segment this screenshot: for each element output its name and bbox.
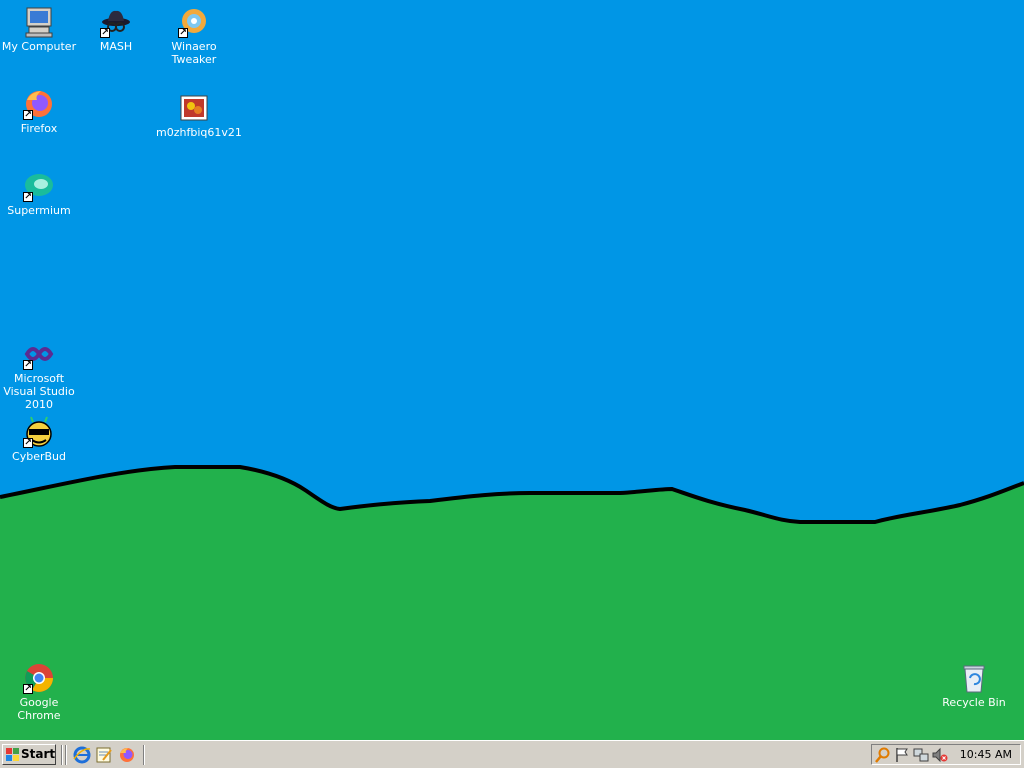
desktop-icon-label: Firefox — [20, 122, 58, 135]
desktop-icon-firefox[interactable]: ↗ Firefox — [0, 88, 78, 135]
firefox-icon[interactable] — [118, 746, 136, 764]
shortcut-arrow-icon: ↗ — [23, 360, 33, 370]
visual-studio-icon: ↗ — [23, 338, 55, 370]
search-icon[interactable] — [875, 747, 891, 763]
windows-logo-icon — [6, 748, 19, 761]
desktop-icon-label: Microsoft Visual Studio 2010 — [3, 372, 75, 411]
system-tray: 10:45 AM — [871, 744, 1021, 765]
start-button[interactable]: Start — [2, 744, 56, 765]
taskbar-separator — [143, 745, 145, 765]
recycle-bin-icon — [958, 662, 990, 694]
desktop-icon-mash[interactable]: ↗ MASH — [77, 6, 155, 53]
desktop-icon-label: Winaero Tweaker — [171, 40, 217, 66]
firefox-icon: ↗ — [23, 88, 55, 120]
taskbar-separator — [61, 745, 63, 765]
flag-icon[interactable] — [894, 747, 910, 763]
desktop-icon-supermium[interactable]: ↗ Supermium — [0, 170, 78, 217]
start-label: Start — [21, 747, 56, 761]
desktop-icon-label: m0zhfbiq61v21 — [156, 126, 242, 139]
shortcut-arrow-icon: ↗ — [23, 110, 33, 120]
network-icon[interactable] — [913, 747, 929, 763]
clock[interactable]: 10:45 AM — [960, 748, 1012, 761]
desktop-icon-winaero-tweaker[interactable]: ↗ Winaero Tweaker — [155, 6, 233, 66]
green-hill — [0, 467, 1024, 740]
desktop-icon-label: Google Chrome — [17, 696, 61, 722]
shortcut-arrow-icon: ↗ — [23, 192, 33, 202]
desktop-icon-my-computer[interactable]: My Computer — [0, 6, 78, 53]
taskbar: Start 10:45 AM — [0, 740, 1024, 768]
desktop-icon-recycle-bin[interactable]: Recycle Bin — [935, 662, 1013, 709]
internet-explorer-icon[interactable] — [73, 746, 91, 764]
chrome-icon: ↗ — [23, 662, 55, 694]
desktop-icon-cyberbud[interactable]: ↗ CyberBud — [0, 416, 78, 463]
supermium-icon: ↗ — [23, 170, 55, 202]
taskbar-separator — [65, 745, 67, 765]
desktop-icon-image-file[interactable]: m0zhfbiq61v21 — [155, 92, 242, 139]
desktop-icon-label: MASH — [99, 40, 133, 53]
desktop-icon-label: Recycle Bin — [942, 696, 1006, 709]
desktop-icon-label: My Computer — [1, 40, 77, 53]
shortcut-arrow-icon: ↗ — [23, 438, 33, 448]
shortcut-arrow-icon: ↗ — [178, 28, 188, 38]
winaero-icon: ↗ — [178, 6, 210, 38]
spy-hat-icon: ↗ — [100, 6, 132, 38]
desktop-icon-google-chrome[interactable]: ↗ Google Chrome — [0, 662, 78, 722]
volume-muted-icon[interactable] — [932, 747, 948, 763]
computer-icon — [23, 6, 55, 38]
desktop[interactable]: My Computer ↗ MASH ↗ Winaero Tweaker ↗ F… — [0, 0, 1024, 740]
picture-file-icon — [178, 92, 210, 124]
cyberbud-icon: ↗ — [23, 416, 55, 448]
desktop-icon-visual-studio[interactable]: ↗ Microsoft Visual Studio 2010 — [0, 338, 78, 411]
desktop-icon-label: Supermium — [7, 204, 71, 217]
shortcut-arrow-icon: ↗ — [23, 684, 33, 694]
shortcut-arrow-icon: ↗ — [100, 28, 110, 38]
wallpaper-hills — [0, 465, 1024, 740]
notepad-icon[interactable] — [95, 746, 113, 764]
desktop-icon-label: CyberBud — [12, 450, 66, 463]
